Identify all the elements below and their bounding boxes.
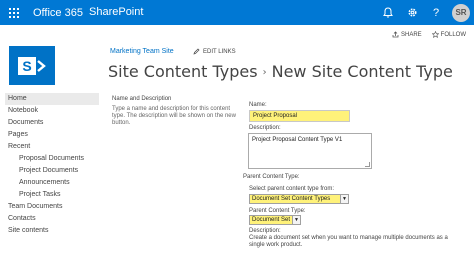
left-navigation: Home Notebook Documents Pages Recent Proposal… [5,93,99,237]
resize-grip[interactable] [365,162,370,167]
nav-item-pages[interactable]: Pages [5,129,99,141]
notification-bell-icon[interactable] [376,0,400,25]
share-icon [392,31,399,38]
parent-group-value: Document Set Content Types [252,196,331,202]
nav-item-proposal-documents[interactable]: Proposal Documents [5,153,99,165]
nav-item-team-documents[interactable]: Team Documents [5,201,99,213]
share-follow-bar: SHARE FOLLOW [392,31,466,38]
svg-text:S: S [22,58,31,74]
parent-content-type-select[interactable]: Document Set ▼ [249,215,301,225]
description-label: Description: [249,125,281,131]
chevron-down-icon: ▼ [292,216,300,224]
nav-item-project-tasks[interactable]: Project Tasks [5,189,99,201]
nav-item-project-documents[interactable]: Project Documents [5,165,99,177]
nav-item-recent[interactable]: Recent [5,141,99,153]
nav-item-announcements[interactable]: Announcements [5,177,99,189]
site-link-marketing[interactable]: Marketing Team Site [110,48,174,55]
office-365-brand[interactable]: Office 365 [27,7,83,19]
nav-item-contacts[interactable]: Contacts [5,213,99,225]
parent-from-label: Select parent content type from: [249,186,335,192]
description-value: Project Proposal Content Type V1 [252,137,343,143]
parent-group-select[interactable]: Document Set Content Types ▼ [249,194,349,204]
avatar[interactable]: SR [452,3,470,22]
parent-ct-label: Parent Content Type: [249,208,306,214]
name-label: Name: [249,102,267,108]
page-title: Site Content Types › New Site Content Type [108,62,453,81]
breadcrumb-current: New Site Content Type [271,62,453,81]
help-icon[interactable]: ? [424,0,448,25]
breadcrumb-parent[interactable]: Site Content Types [108,62,258,81]
section-description: Type a name and description for this con… [112,106,236,126]
nav-item-home[interactable]: Home [5,93,99,105]
section-title: Name and Description [112,96,172,102]
breadcrumb-separator: › [262,67,267,78]
parent-content-type-value: Document Set [252,217,291,223]
app-name-sharepoint[interactable]: SharePoint [89,6,143,18]
edit-links-button[interactable]: EDIT LINKS [193,48,236,55]
share-button[interactable]: SHARE [392,31,422,38]
name-input[interactable]: Project Proposal [249,110,350,122]
follow-button[interactable]: FOLLOW [431,31,466,38]
parent-description-label: Description: [249,228,281,234]
pencil-icon [193,48,200,55]
star-icon [431,31,439,38]
nav-item-notebook[interactable]: Notebook [5,105,99,117]
parent-content-type-heading: Parent Content Type: [243,174,300,180]
app-launcher-icon[interactable] [0,0,27,25]
nav-item-site-contents[interactable]: Site contents [5,225,99,237]
description-textarea[interactable]: Project Proposal Content Type V1 [248,133,372,169]
chevron-down-icon: ▼ [340,195,348,203]
settings-gear-icon[interactable] [400,0,424,25]
nav-item-documents[interactable]: Documents [5,117,99,129]
parent-description-text: Create a document set when you want to m… [249,235,448,248]
suite-bar: Office 365 SharePoint ? SR [0,0,474,25]
sharepoint-logo-icon[interactable]: S [9,46,55,85]
